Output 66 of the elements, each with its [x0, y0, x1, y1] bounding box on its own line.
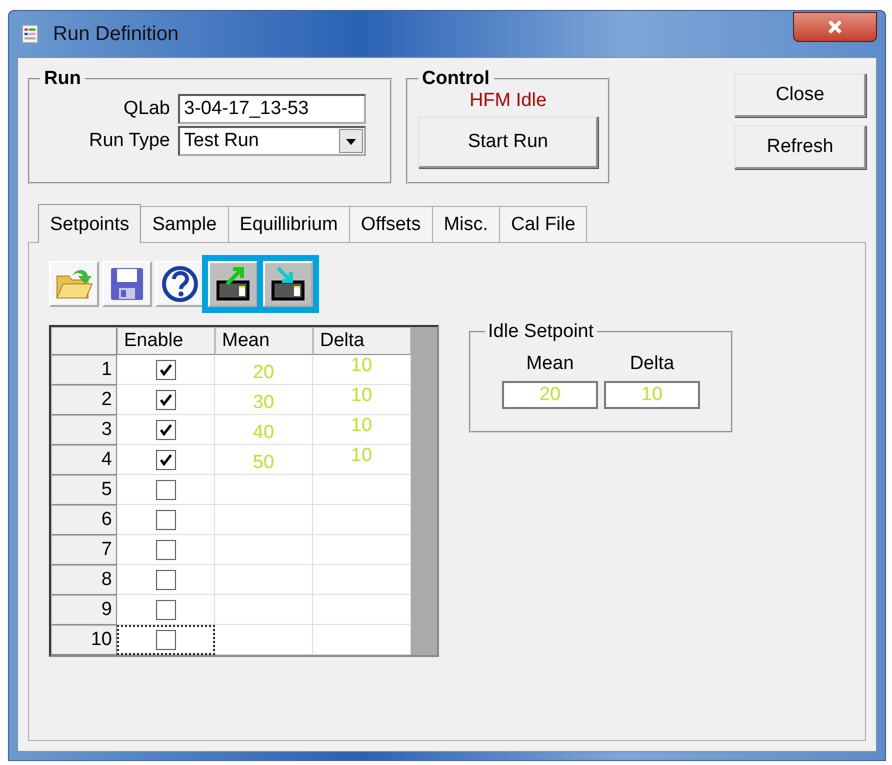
- row-number: 3: [51, 415, 117, 445]
- row-number: 10: [51, 625, 117, 655]
- row-number: 5: [51, 475, 117, 505]
- row-number: 6: [51, 505, 117, 535]
- column-header: Mean: [215, 327, 313, 355]
- status-text: HFM Idle: [469, 90, 547, 112]
- checkbox[interactable]: [156, 360, 176, 380]
- close-window-button[interactable]: [793, 12, 877, 42]
- tab[interactable]: Equillibrium: [228, 206, 350, 242]
- group-title: Idle Setpoint: [487, 321, 595, 343]
- field-label: Mean: [526, 353, 574, 375]
- table-cell[interactable]: [117, 505, 215, 535]
- table-cell[interactable]: [117, 535, 215, 565]
- table-cell[interactable]: [117, 475, 215, 505]
- tab[interactable]: Offsets: [348, 206, 433, 242]
- table-cell[interactable]: [117, 355, 215, 385]
- field-label: Delta: [630, 353, 674, 375]
- field-label: QLab: [124, 98, 170, 120]
- table-cell: 10: [313, 415, 411, 445]
- table-cell[interactable]: [117, 625, 215, 655]
- close-icon: [826, 18, 844, 36]
- column-header: Delta: [313, 327, 411, 355]
- row-number: 9: [51, 595, 117, 625]
- table-cell: 10: [313, 385, 411, 415]
- dialog-button[interactable]: Close: [734, 73, 866, 117]
- toolbar-button[interactable]: [155, 261, 205, 307]
- table-cell: 30: [215, 385, 313, 415]
- table-cell: 10: [313, 445, 411, 475]
- table-cell: 10: [313, 355, 411, 385]
- checkbox[interactable]: [156, 600, 176, 620]
- tab[interactable]: Misc.: [432, 206, 500, 242]
- row-number: 7: [51, 535, 117, 565]
- checkbox[interactable]: [156, 420, 176, 440]
- checkbox[interactable]: [156, 450, 176, 470]
- checkbox[interactable]: [156, 480, 176, 500]
- checkbox[interactable]: [156, 630, 176, 650]
- table-cell[interactable]: [117, 415, 215, 445]
- table-cell: 40: [215, 415, 313, 445]
- column-header: Enable: [117, 327, 215, 355]
- row-number: 4: [51, 445, 117, 475]
- checkbox[interactable]: [156, 390, 176, 410]
- start-run-button[interactable]: Start Run: [418, 116, 598, 168]
- help-icon: [160, 264, 200, 304]
- table-cell: 20: [215, 355, 313, 385]
- row-number: 8: [51, 565, 117, 595]
- dialog-button[interactable]: Refresh: [734, 125, 866, 169]
- qlab-field[interactable]: 3-04-17_13-53: [178, 94, 366, 124]
- tab[interactable]: Setpoints: [38, 204, 142, 243]
- run-type-dropdown[interactable]: Test Run: [178, 126, 366, 156]
- row-number: 2: [51, 385, 117, 415]
- field-label: Run Type: [89, 130, 170, 152]
- table-cell[interactable]: [117, 565, 215, 595]
- tab[interactable]: Sample: [140, 206, 229, 242]
- row-number: 1: [51, 355, 117, 385]
- checkbox[interactable]: [156, 570, 176, 590]
- table-cell: 50: [215, 445, 313, 475]
- table-cell[interactable]: [117, 445, 215, 475]
- group-title: Control: [421, 68, 491, 90]
- checkbox[interactable]: [156, 510, 176, 530]
- window-title: Run Definition: [53, 22, 179, 46]
- group-title: Run: [43, 68, 82, 90]
- table-cell[interactable]: [117, 385, 215, 415]
- checkbox[interactable]: [156, 540, 176, 560]
- tab[interactable]: Cal File: [499, 206, 588, 242]
- app-icon: [19, 23, 41, 45]
- table-cell[interactable]: [117, 595, 215, 625]
